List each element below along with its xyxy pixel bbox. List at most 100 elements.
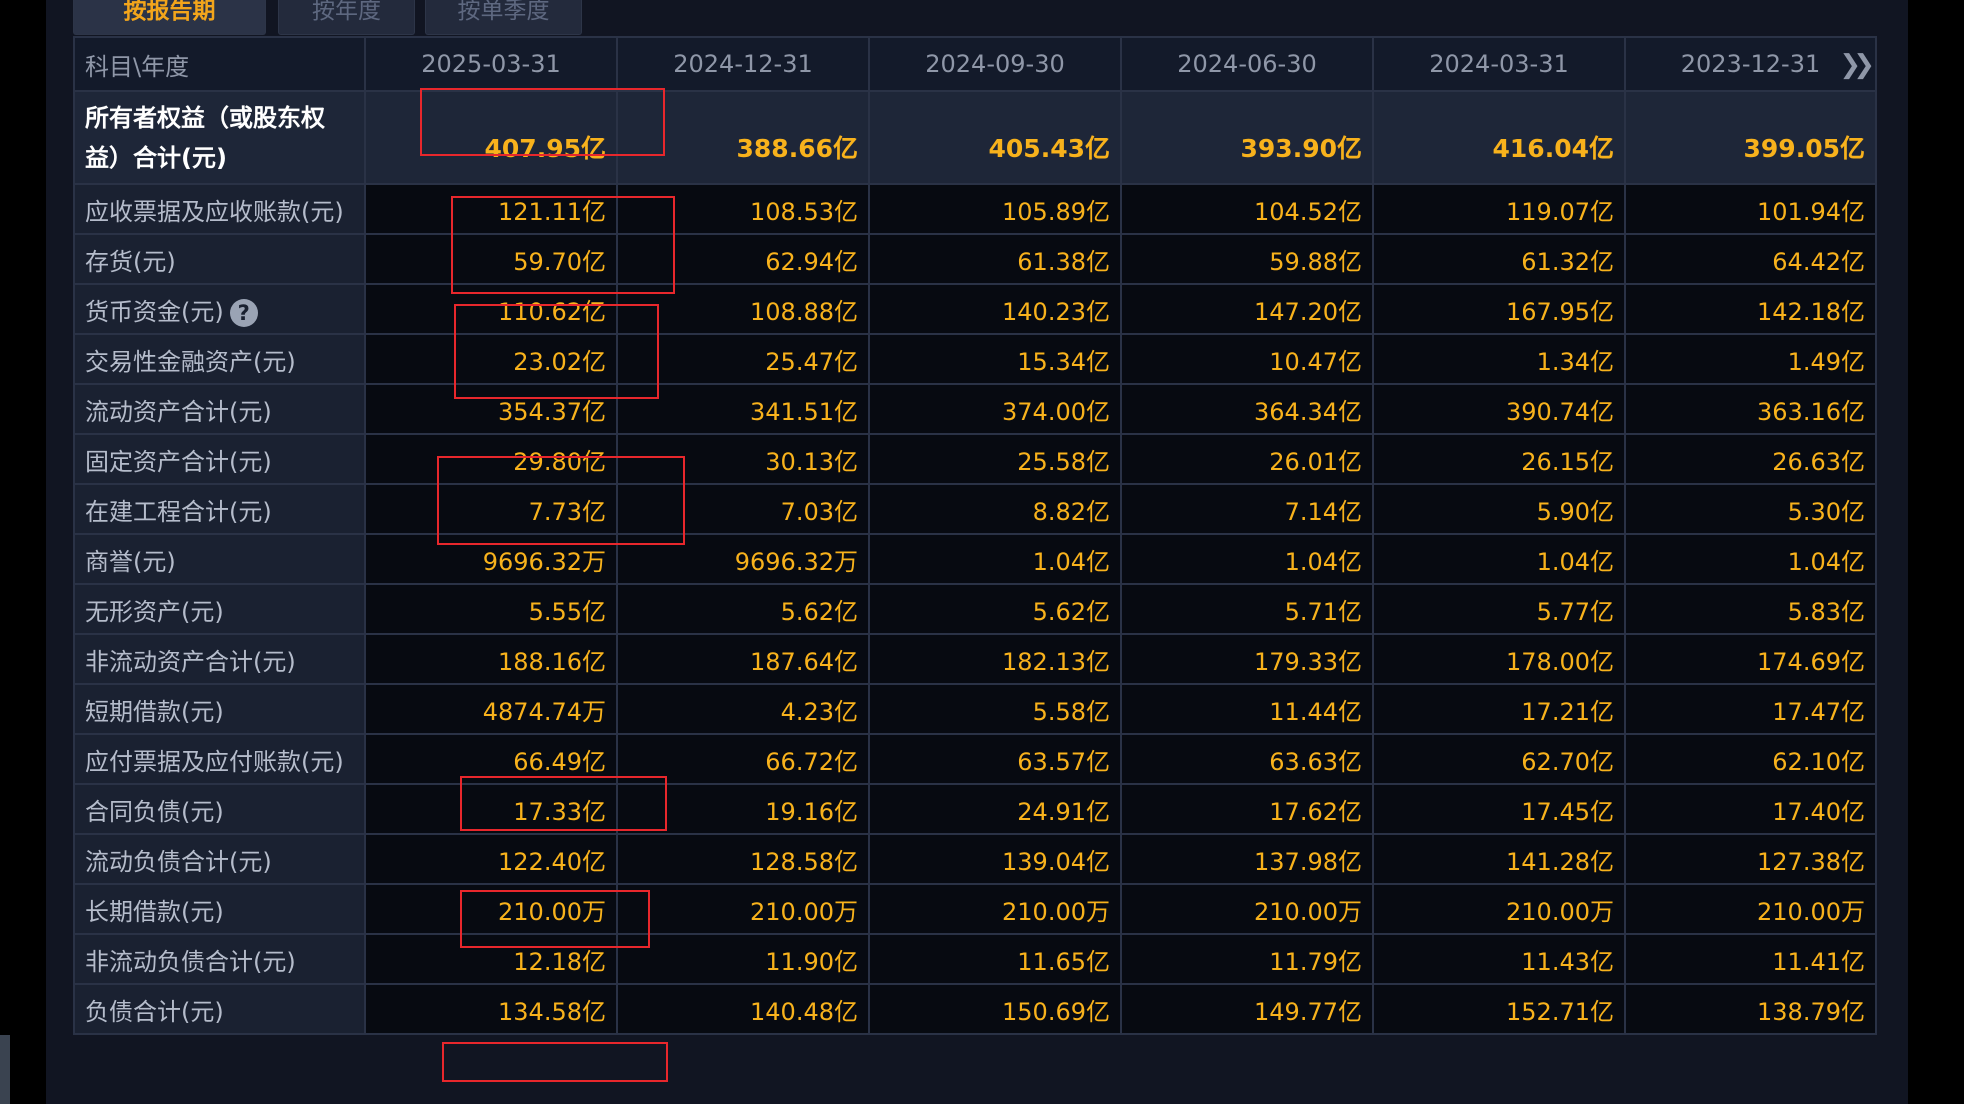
value-cell: 66.72亿 — [616, 733, 870, 785]
period-header[interactable]: 2024-03-31 — [1372, 36, 1626, 92]
tab-annual[interactable]: 按年度 — [278, 0, 415, 35]
value-cell: 210.00万 — [1372, 883, 1626, 935]
value-cell: 15.34亿 — [868, 333, 1122, 385]
table-row[interactable]: 流动资产合计(元) 354.37亿 341.51亿 374.00亿 364.34亿 390… — [73, 383, 1877, 435]
value-cell: 108.53亿 — [616, 183, 870, 235]
row-label: 交易性金融资产(元) — [73, 333, 366, 385]
table-row[interactable]: 无形资产(元) 5.55亿 5.62亿 5.62亿 5.71亿 5.77亿 5.83亿 — [73, 583, 1877, 635]
value-cell: 63.57亿 — [868, 733, 1122, 785]
table-row[interactable]: 在建工程合计(元) 7.73亿 7.03亿 8.82亿 7.14亿 5.90亿 5.30亿 — [73, 483, 1877, 535]
value-cell: 121.11亿 — [364, 183, 618, 235]
table-row[interactable]: 合同负债(元) 17.33亿 19.16亿 24.91亿 17.62亿 17.45亿 17.… — [73, 783, 1877, 835]
value-cell: 63.63亿 — [1120, 733, 1374, 785]
value-cell: 11.44亿 — [1120, 683, 1374, 735]
value-cell: 1.34亿 — [1372, 333, 1626, 385]
value-cell: 140.48亿 — [616, 983, 870, 1035]
period-header[interactable]: 2023-12-31 ❯❯ — [1624, 36, 1877, 92]
row-label-text: 短期借款(元) — [85, 697, 224, 726]
table-row[interactable]: 应付票据及应付账款(元) 66.49亿 66.72亿 63.57亿 63.63亿 62.7… — [73, 733, 1877, 785]
value-cell: 210.00万 — [364, 883, 618, 935]
period-header[interactable]: 2024-06-30 — [1120, 36, 1374, 92]
table-row[interactable]: 应收票据及应收账款(元) 121.11亿 108.53亿 105.89亿 104.52亿… — [73, 183, 1877, 235]
value-cell: 7.14亿 — [1120, 483, 1374, 535]
table-row[interactable]: 非流动负债合计(元) 12.18亿 11.90亿 11.65亿 11.79亿 11.43亿… — [73, 933, 1877, 985]
row-label: 长期借款(元) — [73, 883, 366, 935]
value-cell: 8.82亿 — [868, 483, 1122, 535]
value-cell: 5.58亿 — [868, 683, 1122, 735]
value-cell: 59.70亿 — [364, 233, 618, 285]
value-cell: 5.30亿 — [1624, 483, 1877, 535]
period-header[interactable]: 2024-12-31 — [616, 36, 870, 92]
row-label-text: 固定资产合计(元) — [85, 447, 272, 476]
row-label-text: 存货(元) — [85, 247, 176, 276]
row-label-text: 流动资产合计(元) — [85, 397, 272, 426]
value-cell: 127.38亿 — [1624, 833, 1877, 885]
row-label: 应收票据及应收账款(元) — [73, 183, 366, 235]
value-cell: 11.65亿 — [868, 933, 1122, 985]
row-label: 无形资产(元) — [73, 583, 366, 635]
value-cell: 5.55亿 — [364, 583, 618, 635]
value-cell: 17.21亿 — [1372, 683, 1626, 735]
value-cell: 150.69亿 — [868, 983, 1122, 1035]
value-cell: 354.37亿 — [364, 383, 618, 435]
value-cell: 137.98亿 — [1120, 833, 1374, 885]
tab-report-period[interactable]: 按报告期 — [73, 0, 266, 35]
row-label-text: 非流动负债合计(元) — [85, 947, 296, 976]
row-label: 流动资产合计(元) — [73, 383, 366, 435]
value-cell: 30.13亿 — [616, 433, 870, 485]
table-row[interactable]: 负债合计(元) 134.58亿 140.48亿 150.69亿 149.77亿 152.7… — [73, 983, 1877, 1035]
table-row[interactable]: 交易性金融资产(元) 23.02亿 25.47亿 15.34亿 10.47亿 1.34亿 1… — [73, 333, 1877, 385]
value-cell: 179.33亿 — [1120, 633, 1374, 685]
value-cell: 187.64亿 — [616, 633, 870, 685]
double-chevron-right-icon[interactable]: ❯❯ — [1839, 50, 1874, 80]
row-label-text: 无形资产(元) — [85, 597, 224, 626]
value-cell: 134.58亿 — [364, 983, 618, 1035]
table-row[interactable]: 存货(元) 59.70亿 62.94亿 61.38亿 59.88亿 61.32亿 64.42… — [73, 233, 1877, 285]
value-cell: 128.58亿 — [616, 833, 870, 885]
table-row[interactable]: 长期借款(元) 210.00万 210.00万 210.00万 210.00万 210.0… — [73, 883, 1877, 935]
value-cell: 1.04亿 — [868, 533, 1122, 585]
row-label: 负债合计(元) — [73, 983, 366, 1035]
value-cell: 62.70亿 — [1372, 733, 1626, 785]
tab-single-quarter[interactable]: 按单季度 — [425, 0, 582, 35]
value-cell: 29.80亿 — [364, 433, 618, 485]
row-label: 短期借款(元) — [73, 683, 366, 735]
table-row[interactable]: 短期借款(元) 4874.74万 4.23亿 5.58亿 11.44亿 17.21亿 17.… — [73, 683, 1877, 735]
value-cell: 108.88亿 — [616, 283, 870, 335]
row-label-text: 长期借款(元) — [85, 897, 224, 926]
value-cell: 119.07亿 — [1372, 183, 1626, 235]
table-row[interactable]: 固定资产合计(元) 29.80亿 30.13亿 25.58亿 26.01亿 26.15亿 2… — [73, 433, 1877, 485]
table-row[interactable]: 流动负债合计(元) 122.40亿 128.58亿 139.04亿 137.98亿 141… — [73, 833, 1877, 885]
value-cell: 1.49亿 — [1624, 333, 1877, 385]
value-cell: 1.04亿 — [1372, 533, 1626, 585]
value-cell: 105.89亿 — [868, 183, 1122, 235]
value-cell: 5.77亿 — [1372, 583, 1626, 635]
value-cell: 19.16亿 — [616, 783, 870, 835]
value-cell: 11.41亿 — [1624, 933, 1877, 985]
question-circle-icon[interactable]: ? — [229, 298, 258, 327]
table-row[interactable]: 商誉(元) 9696.32万 9696.32万 1.04亿 1.04亿 1.04亿 1.04… — [73, 533, 1877, 585]
value-cell: 210.00万 — [1120, 883, 1374, 935]
table-row[interactable]: 非流动资产合计(元) 188.16亿 187.64亿 182.13亿 179.33亿 17… — [73, 633, 1877, 685]
row-label-text: 所有者权益（或股东权益）合计(元) — [85, 103, 325, 172]
value-cell: 167.95亿 — [1372, 283, 1626, 335]
table-row[interactable]: 所有者权益（或股东权益）合计(元) 407.95亿 388.66亿 405.43亿 39… — [73, 90, 1877, 185]
value-cell: 399.05亿 — [1624, 90, 1877, 185]
value-cell: 17.33亿 — [364, 783, 618, 835]
value-cell: 122.40亿 — [364, 833, 618, 885]
value-cell: 10.47亿 — [1120, 333, 1374, 385]
value-cell: 26.63亿 — [1624, 433, 1877, 485]
period-header[interactable]: 2024-09-30 — [868, 36, 1122, 92]
row-label: 货币资金(元)? — [73, 283, 366, 335]
value-cell: 9696.32万 — [364, 533, 618, 585]
value-cell: 174.69亿 — [1624, 633, 1877, 685]
header-item-year: 科目\年度 — [73, 36, 366, 92]
value-cell: 5.62亿 — [616, 583, 870, 635]
value-cell: 139.04亿 — [868, 833, 1122, 885]
value-cell: 188.16亿 — [364, 633, 618, 685]
period-header[interactable]: 2025-03-31 — [364, 36, 618, 92]
value-cell: 9696.32万 — [616, 533, 870, 585]
value-cell: 142.18亿 — [1624, 283, 1877, 335]
value-cell: 140.23亿 — [868, 283, 1122, 335]
table-row[interactable]: 货币资金(元)? 110.62亿 108.88亿 140.23亿 147.20亿 167.… — [73, 283, 1877, 335]
